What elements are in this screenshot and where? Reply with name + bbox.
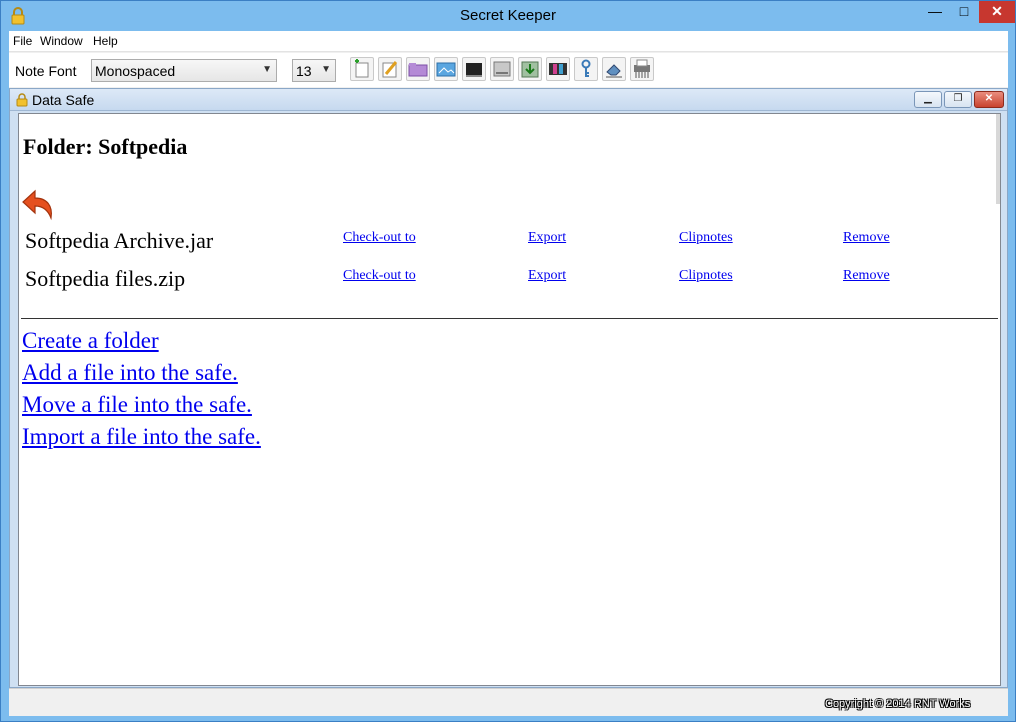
add-file-link[interactable]: Add a file into the safe.	[22, 360, 238, 386]
import-file-link[interactable]: Import a file into the safe.	[22, 424, 261, 450]
frame-close-button[interactable]: ✕	[974, 91, 1004, 108]
menu-bar: File Window Help	[9, 31, 1008, 52]
frame-restore-button[interactable]: ❐	[944, 91, 972, 108]
frame-minimize-button[interactable]: ▁	[914, 91, 942, 108]
status-bar: Copyright © 2014 RNT Works	[9, 688, 1008, 716]
maximize-button[interactable]: □	[951, 1, 977, 23]
vertical-scrollbar[interactable]	[996, 114, 1000, 204]
export-link[interactable]: Export	[528, 230, 566, 246]
new-note-icon[interactable]	[350, 57, 374, 81]
close-button[interactable]: ✕	[979, 1, 1015, 23]
frame-title-bar[interactable]: Data Safe ▁ ❐ ✕	[10, 89, 1007, 111]
menu-file[interactable]: File	[13, 34, 32, 48]
menu-window[interactable]: Window	[40, 34, 83, 48]
file-row: Softpedia Archive.jar Check-out to Expor…	[19, 228, 999, 262]
clipnotes-link[interactable]: Clipnotes	[679, 268, 733, 284]
copyright-text: Copyright © 2014 RNT Works	[825, 698, 971, 710]
image-icon[interactable]	[434, 57, 458, 81]
shredder-icon[interactable]	[630, 57, 654, 81]
edit-note-icon[interactable]	[378, 57, 402, 81]
checkout-link[interactable]: Check-out to	[343, 230, 416, 246]
eraser-icon[interactable]	[602, 57, 626, 81]
toolbar: Note Font Monospaced ▼ 13 ▼	[9, 53, 1008, 87]
drive-icon[interactable]	[490, 57, 514, 81]
data-safe-frame: Data Safe ▁ ❐ ✕ Folder: Softpedia Softpe…	[9, 88, 1008, 688]
document-pane: Folder: Softpedia Softpedia Archive.jar …	[18, 113, 1001, 686]
note-font-label: Note Font	[15, 63, 77, 79]
checkout-link[interactable]: Check-out to	[343, 268, 416, 284]
export-link[interactable]: Export	[528, 268, 566, 284]
key-icon[interactable]	[574, 57, 598, 81]
remove-link[interactable]: Remove	[843, 268, 890, 284]
terminal-icon[interactable]	[462, 57, 486, 81]
film-icon[interactable]	[546, 57, 570, 81]
window-title: Secret Keeper	[460, 7, 556, 24]
file-row: Softpedia files.zip Check-out to Export …	[19, 266, 999, 300]
font-size-value: 13	[296, 63, 312, 79]
minimize-button[interactable]: —	[921, 1, 949, 23]
client-area: File Window Help Note Font Monospaced ▼ …	[9, 31, 1008, 716]
back-arrow-icon[interactable]	[21, 186, 57, 222]
clipnotes-link[interactable]: Clipnotes	[679, 230, 733, 246]
frame-title: Data Safe	[32, 92, 95, 108]
font-select-value: Monospaced	[95, 63, 176, 79]
lock-icon	[16, 93, 28, 107]
download-icon[interactable]	[518, 57, 542, 81]
create-folder-link[interactable]: Create a folder	[22, 328, 159, 354]
folder-icon[interactable]	[406, 57, 430, 81]
folder-heading: Folder: Softpedia	[23, 134, 188, 159]
file-name: Softpedia files.zip	[25, 266, 186, 291]
menu-help[interactable]: Help	[93, 34, 118, 48]
chevron-down-icon: ▼	[262, 64, 272, 75]
remove-link[interactable]: Remove	[843, 230, 890, 246]
divider	[21, 318, 998, 319]
app-window: Secret Keeper — □ ✕ File Window Help Not…	[0, 0, 1016, 722]
title-bar[interactable]: Secret Keeper — □ ✕	[1, 1, 1015, 31]
font-size-select[interactable]: 13 ▼	[292, 59, 336, 82]
file-name: Softpedia Archive.jar	[25, 228, 214, 253]
chevron-down-icon: ▼	[321, 64, 331, 75]
move-file-link[interactable]: Move a file into the safe.	[22, 392, 252, 418]
font-select[interactable]: Monospaced ▼	[91, 59, 277, 82]
